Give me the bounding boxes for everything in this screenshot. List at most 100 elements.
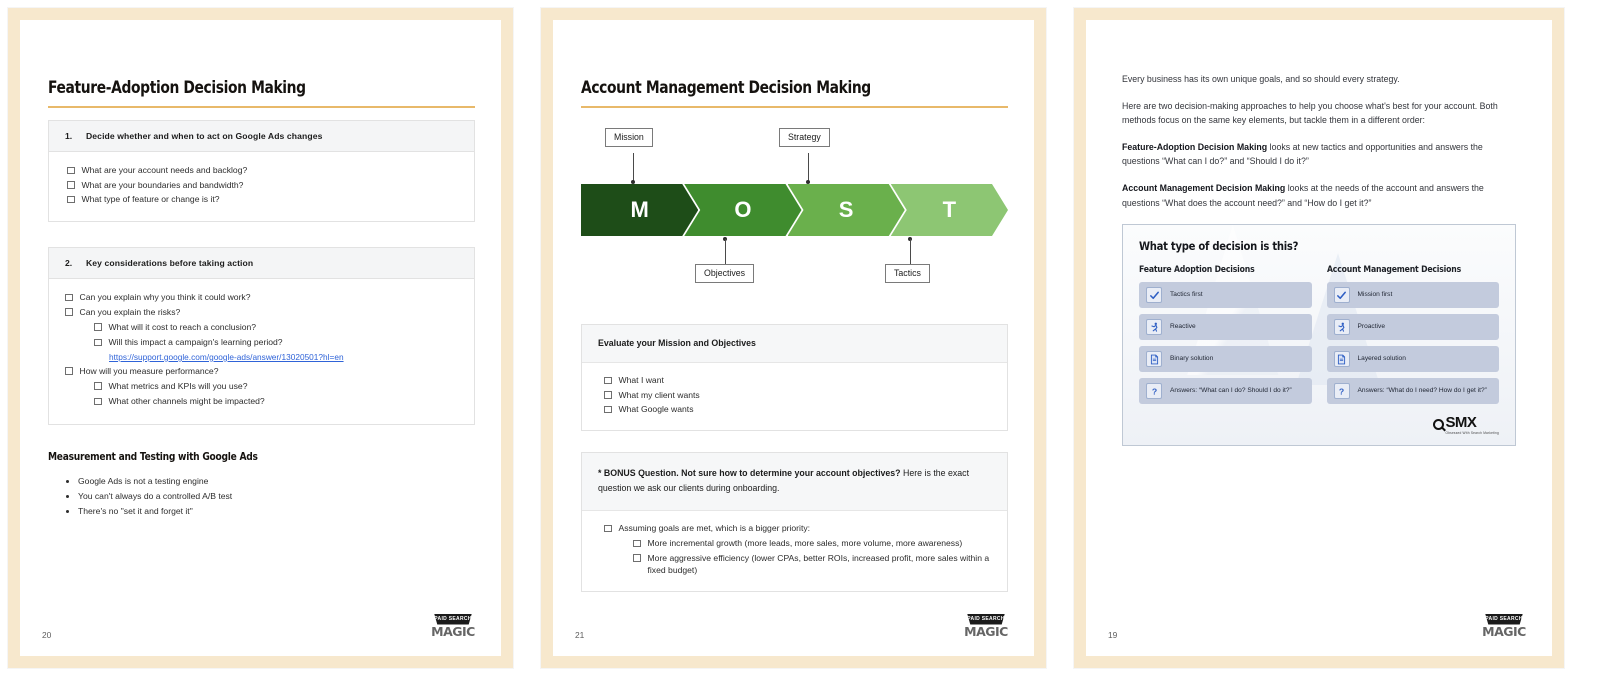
- support-link[interactable]: https://support.google.com/google-ads/an…: [109, 352, 460, 362]
- chip-label: Answers: “What can I do? Should I do it?…: [1170, 386, 1292, 394]
- card-number: 2.: [65, 258, 73, 269]
- checklist-item[interactable]: Can you explain why you think it could w…: [65, 291, 460, 303]
- checklist-item[interactable]: More aggressive efficiency (lower CPAs, …: [633, 552, 993, 576]
- decision-chip[interactable]: Binary solution: [1139, 346, 1312, 373]
- checklist-item[interactable]: More incremental growth (more leads, mor…: [633, 537, 993, 549]
- checkbox-icon[interactable]: [94, 397, 102, 406]
- logo-bottom-text: MAGIC: [1482, 624, 1526, 639]
- paid-search-magic-logo: PAID SEARCH MAGIC: [962, 608, 1010, 640]
- panel-body: Assuming goals are met, which is a bigge…: [582, 511, 1007, 590]
- slide-deck: Feature-Adoption Decision Making 1. Deci…: [0, 0, 1600, 678]
- checkbox-icon[interactable]: [94, 323, 102, 331]
- decision-chip[interactable]: Tactics first: [1139, 282, 1312, 309]
- page-title: Feature-Adoption Decision Making: [48, 78, 306, 97]
- checkbox-icon[interactable]: [65, 293, 73, 302]
- connector-line: [808, 153, 809, 182]
- checklist-item[interactable]: What I want: [604, 374, 993, 386]
- checklist-label: Assuming goals are met, which is a bigge…: [618, 523, 811, 534]
- title-rule: [581, 106, 1008, 108]
- logo-bottom-text: MAGIC: [964, 624, 1008, 639]
- checklist-item[interactable]: How will you measure performance?: [65, 365, 460, 377]
- checkbox-icon[interactable]: [65, 308, 73, 316]
- bonus-heading: * BONUS Question. Not sure how to determ…: [582, 453, 1007, 512]
- bullet-list: Google Ads is not a testing engine You c…: [48, 474, 475, 518]
- smx-logo: SMX Obsessed With Search Marketing: [1139, 414, 1499, 435]
- card-header: 1. Decide whether and when to act on Goo…: [49, 121, 474, 152]
- paragraph-lead: Account Management Decision Making: [1122, 182, 1286, 193]
- checkbox-icon[interactable]: [633, 539, 641, 548]
- chevron-o: O: [684, 184, 801, 236]
- page-number: 21: [575, 630, 585, 640]
- checkbox-icon[interactable]: [94, 382, 102, 390]
- card-heading: Key considerations before taking action: [86, 258, 254, 269]
- most-label-strategy: Strategy: [779, 128, 830, 147]
- paid-search-magic-logo: PAID SEARCH MAGIC: [1480, 608, 1528, 640]
- checklist-item[interactable]: What are your boundaries and bandwidth?: [67, 179, 460, 191]
- decision-chip[interactable]: Mission first: [1326, 282, 1499, 309]
- checklist-item[interactable]: What Google wants: [604, 403, 993, 415]
- decision-chip[interactable]: ? Answers: “What can I do? Should I do i…: [1139, 378, 1312, 405]
- checkbox-icon[interactable]: [65, 367, 73, 375]
- checklist-label: What my client wants: [618, 389, 700, 400]
- decision-type-graphic: What type of decision is this? Feature A…: [1122, 224, 1516, 447]
- checklist-card-1: 1. Decide whether and when to act on Goo…: [48, 120, 475, 223]
- running-person-icon: [1333, 319, 1350, 336]
- decision-chip[interactable]: Layered solution: [1326, 346, 1499, 373]
- paid-search-magic-logo: PAID SEARCH MAGIC: [429, 608, 477, 640]
- slide-page-19[interactable]: Every business has its own unique goals,…: [1074, 8, 1564, 668]
- checklist-label: What are your boundaries and bandwidth?: [81, 179, 244, 190]
- checklist-label: What are your account needs and backlog?: [81, 165, 248, 175]
- chip-label: Proactive: [1357, 322, 1386, 330]
- magnifier-icon: [1432, 419, 1444, 431]
- checkbox-icon[interactable]: [633, 554, 641, 562]
- most-label-tactics: Tactics: [885, 264, 930, 283]
- chip-label: Layered solution: [1357, 354, 1406, 362]
- panel-heading: Evaluate your Mission and Objectives: [582, 325, 1007, 363]
- checkbox-icon[interactable]: [604, 376, 612, 384]
- checklist-item[interactable]: What metrics and KPIs will you use?: [94, 380, 460, 392]
- check-icon: [1146, 287, 1162, 304]
- page-number: 20: [42, 630, 52, 640]
- chevron-s: S: [788, 184, 905, 236]
- checklist-item[interactable]: What are your account needs and backlog?: [67, 164, 460, 176]
- connector-line: [725, 239, 726, 265]
- card-heading: Decide whether and when to act on Google…: [86, 131, 323, 141]
- checkbox-icon[interactable]: [67, 195, 75, 204]
- column-heading: Feature Adoption Decisions: [1139, 265, 1255, 276]
- checklist-item[interactable]: Will this impact a campaign's learning p…: [94, 336, 460, 348]
- label-text: Objectives: [704, 268, 746, 278]
- paragraph-lead: Feature-Adoption Decision Making: [1122, 141, 1268, 152]
- checklist-label: What metrics and KPIs will you use?: [108, 380, 248, 391]
- document-icon: [1333, 351, 1350, 368]
- evaluate-panel: Evaluate your Mission and Objectives Wha…: [581, 324, 1008, 432]
- checkbox-icon[interactable]: [604, 391, 612, 399]
- checkbox-icon[interactable]: [604, 405, 612, 414]
- chip-label: Tactics first: [1170, 290, 1203, 298]
- slide-page-21[interactable]: Account Management Decision Making Missi…: [541, 8, 1046, 668]
- list-item: Google Ads is not a testing engine: [78, 474, 475, 489]
- checklist-item[interactable]: What my client wants: [604, 389, 993, 401]
- decision-chip[interactable]: ? Answers: “What do I need? How do I get…: [1326, 378, 1499, 405]
- document-icon: [1146, 351, 1162, 368]
- page-footer: 19 PAID SEARCH MAGIC: [1086, 608, 1552, 656]
- slide-page-20[interactable]: Feature-Adoption Decision Making 1. Deci…: [8, 8, 513, 668]
- checklist-item[interactable]: What other channels might be impacted?: [94, 395, 460, 407]
- checklist-item[interactable]: Can you explain the risks?: [65, 306, 460, 318]
- checklist-item[interactable]: Assuming goals are met, which is a bigge…: [604, 522, 993, 534]
- checkbox-icon[interactable]: [67, 181, 75, 189]
- checkbox-icon[interactable]: [94, 338, 102, 347]
- decision-chip[interactable]: Proactive: [1326, 314, 1499, 341]
- checklist-item[interactable]: What will it cost to reach a conclusion?: [94, 321, 460, 333]
- chevron-t: T: [891, 184, 1008, 236]
- page-footer: 20 PAID SEARCH MAGIC: [20, 608, 501, 656]
- chip-label: Answers: “What do I need? How do I get i…: [1357, 386, 1487, 394]
- graphic-columns: Feature Adoption Decisions Tactics first: [1139, 265, 1499, 410]
- page-title: Account Management Decision Making: [581, 78, 871, 97]
- checkbox-icon[interactable]: [67, 166, 75, 174]
- paragraph: Here are two decision-making approaches …: [1122, 100, 1498, 126]
- card-body: Can you explain why you think it could w…: [49, 279, 474, 424]
- column-account-management: Account Management Decisions Mission fir…: [1326, 265, 1499, 410]
- checklist-item[interactable]: What type of feature or change is it?: [67, 193, 460, 205]
- decision-chip[interactable]: Reactive: [1139, 314, 1312, 341]
- checkbox-icon[interactable]: [604, 524, 612, 533]
